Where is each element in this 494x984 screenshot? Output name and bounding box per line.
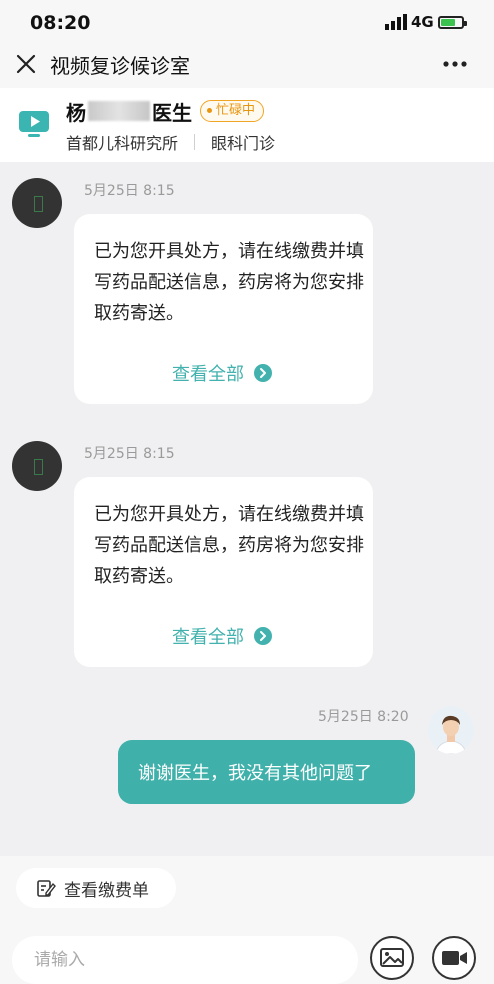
- view-all-link[interactable]: 查看全部: [172, 360, 272, 386]
- doctor-name-row: 杨 医生 忙碌中: [66, 98, 265, 125]
- doctor-info-card: 杨 医生 忙碌中 首都儿科研究所 眼科门诊: [0, 88, 494, 162]
- nav-bar: 视频复诊候诊室: [0, 44, 494, 88]
- doctor-name-first: 杨: [66, 100, 86, 125]
- view-all-label: 查看全部: [172, 627, 244, 648]
- status-badge-label: 忙碌中: [216, 103, 256, 118]
- status-time: 08:20: [30, 12, 91, 34]
- message-time: 5月25日 8:15: [84, 446, 175, 462]
- status-bar: 08:20 4G: [0, 0, 494, 44]
- edit-document-icon: [37, 880, 56, 897]
- user-message-text: 谢谢医生，我没有其他问题了: [138, 763, 372, 784]
- doctor-name-suffix: 医生: [152, 100, 192, 125]
- page-title: 视频复诊候诊室: [50, 54, 190, 78]
- image-button[interactable]: [370, 936, 414, 980]
- doctor-name-redacted: [88, 101, 150, 121]
- message-time: 5月25日 8:15: [84, 183, 175, 199]
- bottom-bar: 查看缴费单: [0, 856, 494, 984]
- video-call-button[interactable]: [432, 936, 476, 980]
- user-avatar[interactable]: [428, 706, 474, 754]
- divider: [194, 134, 196, 150]
- prescription-message[interactable]: 已为您开具处方，请在线缴费并填写药品配送信息，药房将为您安排取药寄送。 查看全部: [74, 214, 373, 404]
- view-bill-label: 查看缴费单: [64, 880, 149, 901]
- message-text: 已为您开具处方，请在线缴费并填写药品配送信息，药房将为您安排取药寄送。: [94, 504, 364, 587]
- message-text: 已为您开具处方，请在线缴费并填写药品配送信息，药房将为您安排取药寄送。: [94, 241, 364, 324]
- status-badge: 忙碌中: [200, 100, 265, 122]
- doctor-institution: 首都儿科研究所: [66, 134, 179, 153]
- image-icon: [380, 948, 404, 967]
- view-bill-button[interactable]: 查看缴费单: [16, 868, 176, 908]
- video-consult-icon: [19, 111, 49, 137]
- doctor-department: 眼科门诊: [211, 134, 276, 153]
- video-camera-icon: [442, 951, 467, 965]
- view-all-link[interactable]: 查看全部: [172, 623, 272, 649]
- network-type: 4G: [411, 13, 434, 31]
- status-dot-icon: [207, 108, 212, 113]
- chevron-right-icon: [254, 364, 272, 382]
- more-icon[interactable]: [442, 60, 468, 68]
- user-message-time: 5月25日 8:20: [318, 709, 409, 725]
- user-avatar-icon: [428, 706, 474, 754]
- doctor-avatar[interactable]: [12, 441, 62, 491]
- prescription-message[interactable]: 已为您开具处方，请在线缴费并填写药品配送信息，药房将为您安排取药寄送。 查看全部: [74, 477, 373, 667]
- user-message-bubble[interactable]: 谢谢医生，我没有其他问题了: [118, 740, 415, 804]
- chevron-right-icon: [254, 627, 272, 645]
- doctor-avatar[interactable]: [12, 178, 62, 228]
- view-all-label: 查看全部: [172, 364, 244, 385]
- message-input-box[interactable]: [12, 936, 358, 984]
- battery-icon: [438, 16, 467, 29]
- doctor-org-row: 首都儿科研究所 眼科门诊: [66, 130, 275, 154]
- signal-icon: [385, 14, 407, 30]
- close-icon[interactable]: [12, 50, 40, 78]
- message-input[interactable]: [32, 949, 336, 971]
